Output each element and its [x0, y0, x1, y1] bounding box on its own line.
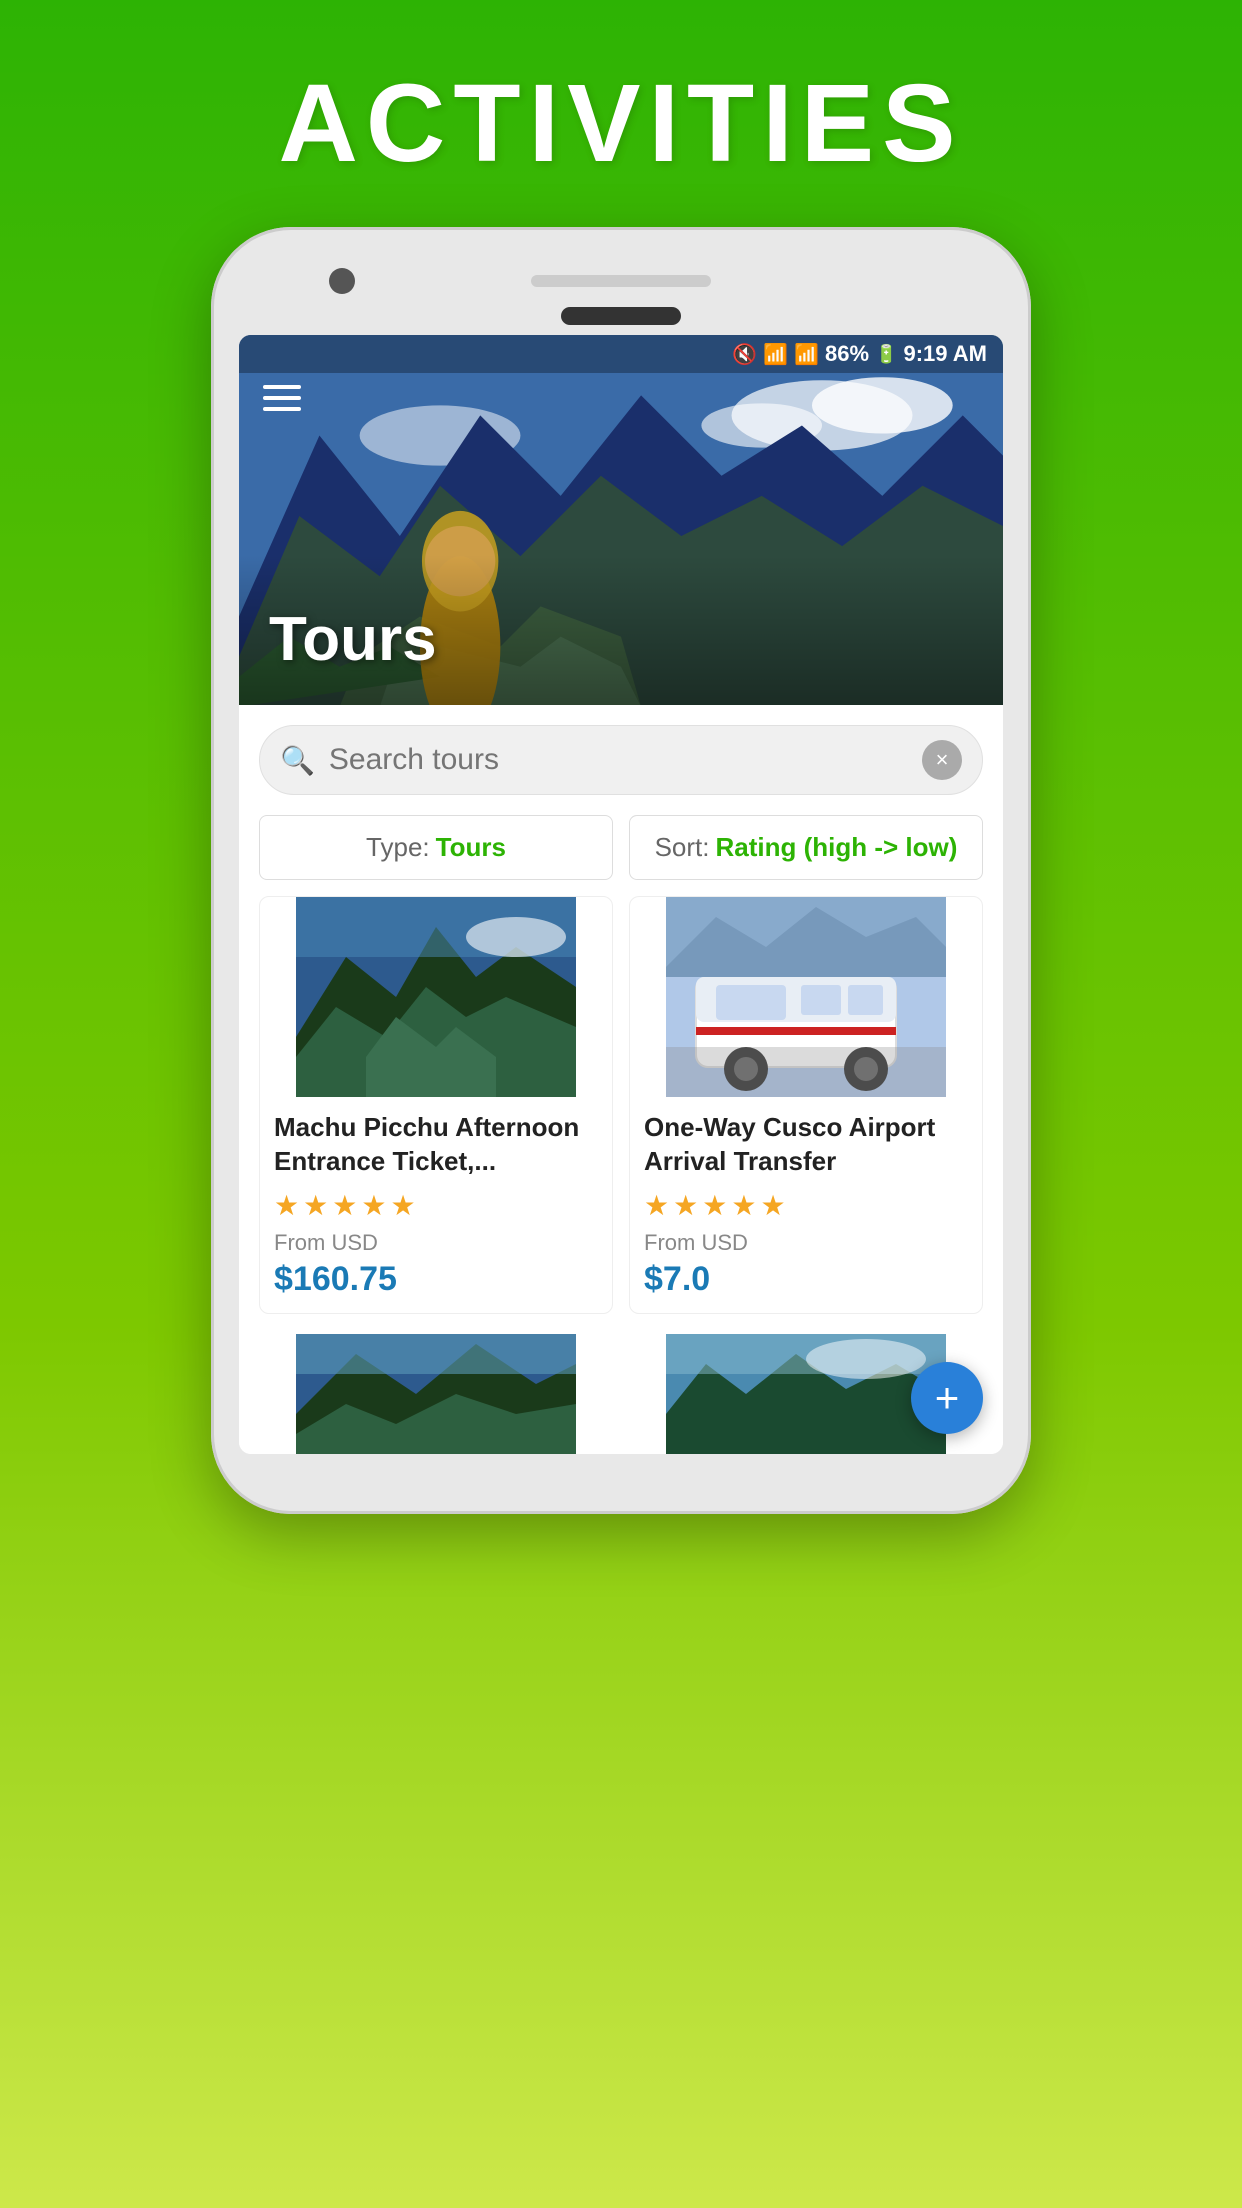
tour-card-image-1	[630, 897, 982, 1097]
time-text: 9:19 AM	[903, 341, 987, 367]
page-title: ACTIVITIES	[278, 60, 963, 187]
sort-filter-value: Rating (high -> low)	[716, 832, 958, 863]
star-5: ★	[390, 1189, 415, 1222]
hero-title: Tours	[269, 604, 437, 675]
tour-cards-grid: Machu Picchu Afternoon Entrance Ticket,.…	[239, 896, 1003, 1334]
status-bar: 🔇 📶 📶 86% 🔋 9:19 AM	[239, 335, 1003, 373]
tour-card-price-0: $160.75	[274, 1260, 598, 1299]
tour-card-1[interactable]: One-Way Cusco Airport Arrival Transfer ★…	[629, 896, 983, 1314]
wifi-icon: 📶	[763, 342, 788, 367]
clear-button[interactable]: ×	[922, 740, 962, 780]
phone-screen: 🔇 📶 📶 86% 🔋 9:19 AM	[239, 335, 1003, 1454]
phone-earpiece	[561, 307, 681, 325]
tour-card-price-1: $7.0	[644, 1260, 968, 1299]
sort-filter-button[interactable]: Sort: Rating (high -> low)	[629, 815, 983, 880]
fab-button[interactable]: +	[911, 1362, 983, 1434]
type-filter-value: Tours	[436, 832, 506, 863]
tour-card-body-1: One-Way Cusco Airport Arrival Transfer ★…	[630, 1097, 982, 1313]
search-input[interactable]	[329, 743, 908, 777]
hamburger-line-1	[263, 385, 301, 389]
star-1: ★	[274, 1189, 299, 1222]
battery-text: 86%	[825, 341, 869, 367]
tour-card-title-0: Machu Picchu Afternoon Entrance Ticket,.…	[274, 1111, 598, 1179]
type-filter-button[interactable]: Type: Tours	[259, 815, 613, 880]
search-bar[interactable]: 🔍 ×	[259, 725, 983, 795]
type-filter-label: Type:	[366, 832, 430, 863]
sort-filter-label: Sort:	[655, 832, 710, 863]
star-3: ★	[702, 1189, 727, 1222]
filter-row: Type: Tours Sort: Rating (high -> low)	[239, 795, 1003, 896]
star-4: ★	[361, 1189, 386, 1222]
signal-icon: 📶	[794, 342, 819, 367]
phone-screen-wrapper: 🔇 📶 📶 86% 🔋 9:19 AM	[239, 335, 1003, 1454]
status-icons: 🔇 📶 📶 86% 🔋 9:19 AM	[732, 341, 987, 367]
tour-card-from-1: From USD	[644, 1230, 968, 1256]
star-2: ★	[673, 1189, 698, 1222]
phone-camera	[329, 268, 355, 294]
hamburger-menu[interactable]	[263, 385, 301, 411]
star-1: ★	[644, 1189, 669, 1222]
tour-card-stars-0: ★ ★ ★ ★ ★	[274, 1189, 598, 1222]
search-icon: 🔍	[280, 744, 315, 777]
phone-top	[239, 257, 1003, 299]
tour-card-image-0	[260, 897, 612, 1097]
mute-icon: 🔇	[732, 342, 757, 367]
phone-speaker	[531, 275, 711, 287]
star-5: ★	[760, 1189, 785, 1222]
bottom-cards-grid	[239, 1334, 1003, 1454]
hero-banner: 🔇 📶 📶 86% 🔋 9:19 AM	[239, 335, 1003, 705]
tour-card-title-1: One-Way Cusco Airport Arrival Transfer	[644, 1111, 968, 1179]
fab-icon: +	[935, 1374, 960, 1422]
tour-card-stars-1: ★ ★ ★ ★ ★	[644, 1189, 968, 1222]
tour-card-0[interactable]: Machu Picchu Afternoon Entrance Ticket,.…	[259, 896, 613, 1314]
tour-card-from-0: From USD	[274, 1230, 598, 1256]
tour-card-body-0: Machu Picchu Afternoon Entrance Ticket,.…	[260, 1097, 612, 1313]
star-4: ★	[731, 1189, 756, 1222]
clear-icon: ×	[936, 747, 949, 773]
hamburger-line-2	[263, 396, 301, 400]
phone-frame: 🔇 📶 📶 86% 🔋 9:19 AM	[211, 227, 1031, 1514]
hamburger-line-3	[263, 407, 301, 411]
bottom-card-left[interactable]	[259, 1334, 613, 1454]
star-2: ★	[303, 1189, 328, 1222]
star-3: ★	[332, 1189, 357, 1222]
search-section: 🔍 ×	[239, 705, 1003, 795]
battery-icon: 🔋	[875, 344, 897, 365]
